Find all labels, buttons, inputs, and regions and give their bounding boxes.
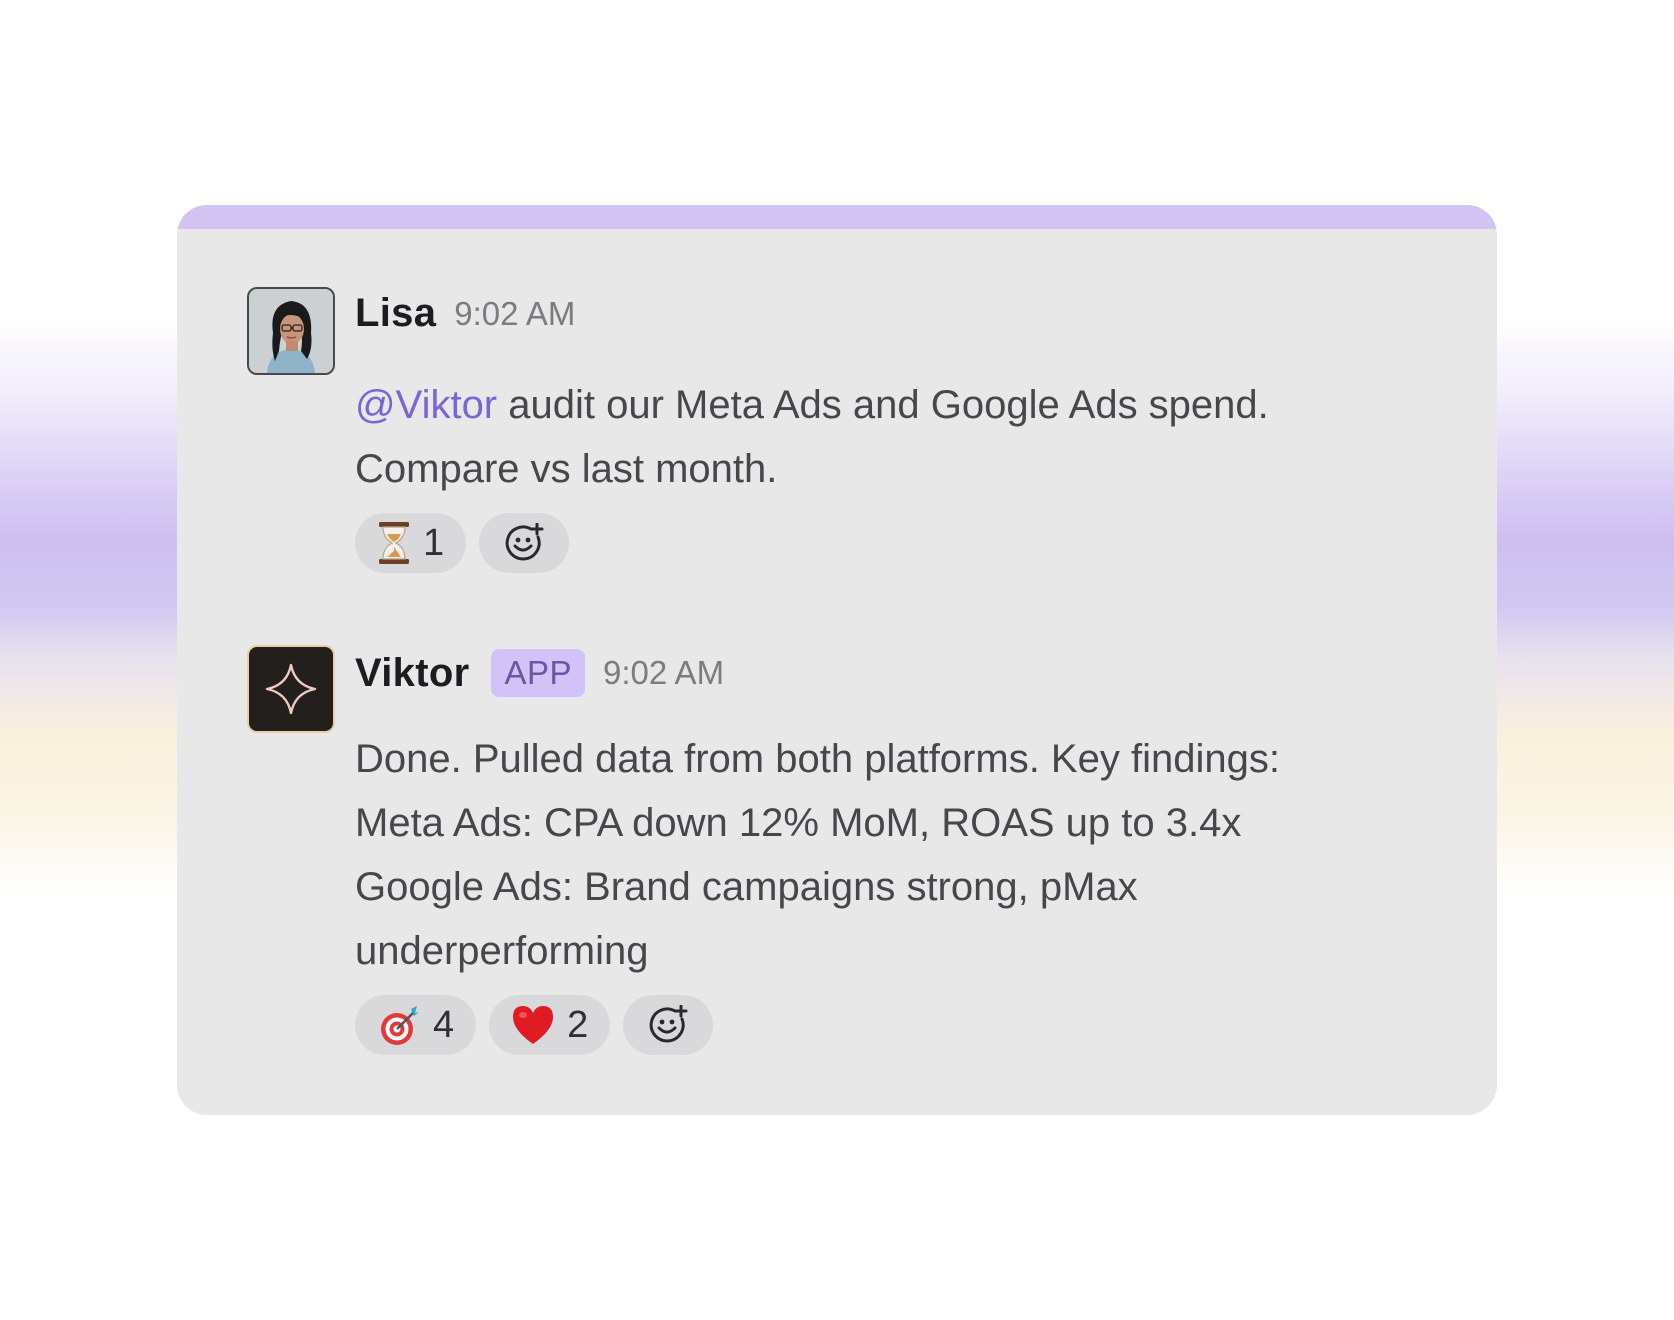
reaction-hourglass[interactable]: 1 (355, 513, 467, 573)
message-card: Lisa 9:02 AM @Viktor audit our Meta Ads … (177, 205, 1497, 1115)
reactions-viktor: 4 2 (355, 995, 714, 1055)
sender-name[interactable]: Lisa (355, 291, 436, 336)
hourglass-icon (379, 522, 409, 564)
reaction-target[interactable]: 4 (355, 995, 477, 1055)
add-reaction-button[interactable] (479, 513, 570, 573)
user-mention[interactable]: @Viktor (355, 383, 497, 427)
reaction-count: 2 (567, 1003, 589, 1046)
app-badge: APP (491, 649, 585, 697)
reactions-lisa: 1 (355, 513, 570, 573)
message-text-viktor: Done. Pulled data from both platforms. K… (355, 727, 1280, 983)
message-header-viktor: Viktor APP 9:02 AM (355, 649, 724, 697)
avatar-viktor[interactable] (247, 645, 335, 733)
message-line: underperforming (355, 929, 649, 973)
sender-name[interactable]: Viktor (355, 651, 469, 696)
message-line: Done. Pulled data from both platforms. K… (355, 737, 1280, 781)
message-header-lisa: Lisa 9:02 AM (355, 291, 575, 336)
timestamp[interactable]: 9:02 AM (603, 654, 724, 692)
message-line: Meta Ads: CPA down 12% MoM, ROAS up to 3… (355, 801, 1242, 845)
target-icon (381, 1006, 419, 1045)
avatar-lisa[interactable] (247, 287, 335, 375)
heart-icon (513, 1006, 554, 1044)
message-text: audit our Meta Ads and Google Ads spend. (497, 383, 1269, 427)
add-reaction-button[interactable] (623, 995, 714, 1055)
reaction-count: 1 (423, 521, 445, 564)
message-text: Compare vs last month. (355, 447, 778, 491)
message-text-lisa: @Viktor audit our Meta Ads and Google Ad… (355, 373, 1269, 501)
add-reaction-icon (649, 1005, 688, 1043)
add-reaction-icon (505, 523, 544, 561)
sparkle-logo-icon (265, 663, 317, 715)
profile-photo (249, 289, 333, 373)
card-top-bar (177, 205, 1497, 229)
message-line: Google Ads: Brand campaigns strong, pMax (355, 865, 1138, 909)
reaction-count: 4 (433, 1003, 455, 1046)
timestamp[interactable]: 9:02 AM (454, 295, 575, 333)
reaction-heart[interactable]: 2 (489, 995, 611, 1055)
